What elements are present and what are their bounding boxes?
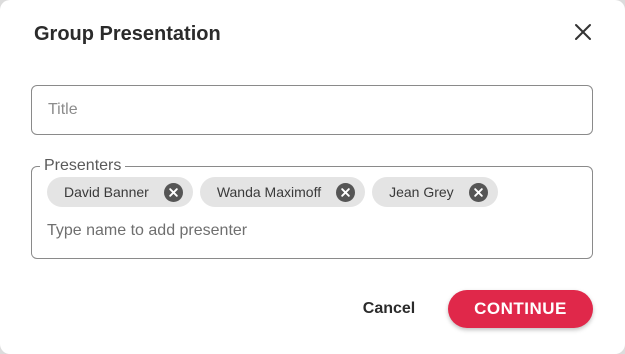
close-icon <box>575 24 591 40</box>
presenter-chip: Wanda Maximoff <box>199 177 366 207</box>
cancel-button[interactable]: Cancel <box>350 292 428 326</box>
presenter-chip-label: David Banner <box>64 184 149 200</box>
title-field <box>31 85 593 135</box>
remove-circle-icon[interactable] <box>163 182 183 202</box>
presenter-chips: David Banner Wanda Maximoff Jean Grey <box>47 177 498 207</box>
presenters-legend: Presenters <box>40 157 126 175</box>
remove-circle-icon[interactable] <box>468 182 488 202</box>
presenters-field: Presenters David Banner Wanda Maximoff J… <box>31 157 593 259</box>
dialog-title: Group Presentation <box>34 23 221 45</box>
presenter-chip: Jean Grey <box>372 177 498 207</box>
presenter-chip-label: Jean Grey <box>389 184 454 200</box>
presenter-chip-label: Wanda Maximoff <box>216 184 322 200</box>
presenter-chip: David Banner <box>47 177 193 207</box>
close-button[interactable] <box>572 21 594 43</box>
add-presenter-input[interactable] <box>47 219 567 243</box>
title-input[interactable] <box>48 86 568 134</box>
remove-circle-icon[interactable] <box>336 182 356 202</box>
group-presentation-dialog: Group Presentation Presenters David Bann… <box>0 0 625 354</box>
continue-button[interactable]: CONTINUE <box>448 290 593 328</box>
